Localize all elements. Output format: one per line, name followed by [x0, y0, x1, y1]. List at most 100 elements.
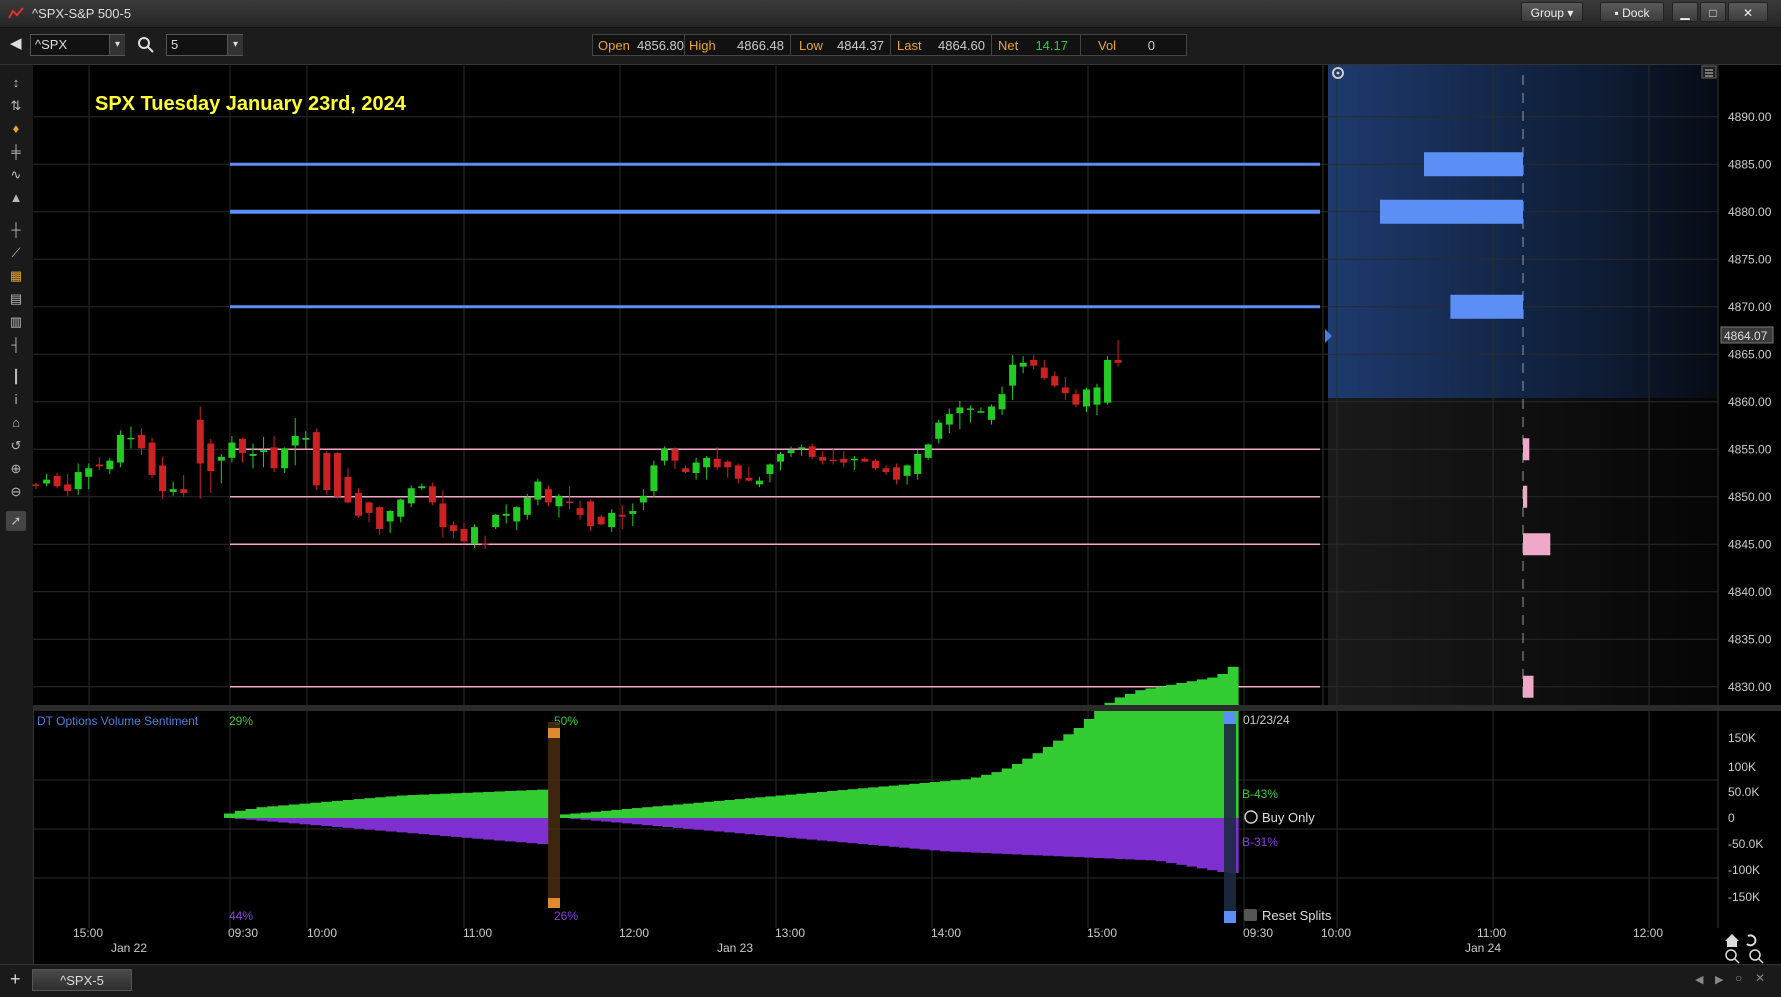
price-tick-label: 4850.00	[1728, 490, 1772, 504]
candle-body	[935, 422, 943, 439]
tab-interval: 5	[96, 973, 104, 988]
zoom-in-icon[interactable]	[1725, 949, 1740, 964]
bear-volume-bar	[652, 818, 664, 827]
split-handle-right[interactable]	[1224, 712, 1236, 923]
bull-volume-bar	[816, 791, 828, 818]
profile-bar-pink	[1523, 438, 1530, 461]
price-tick-label: 4855.00	[1728, 442, 1772, 456]
bull-volume-bar	[714, 800, 725, 818]
bear-volume-bar	[299, 818, 311, 825]
sentiment-date: 01/23/24	[1243, 713, 1290, 727]
bear-volume-bar	[693, 818, 705, 830]
split-handle-left[interactable]	[548, 722, 560, 908]
bull-volume-bar	[888, 785, 900, 818]
bull-volume-bar	[734, 799, 746, 818]
sentiment-title: DT Options Volume Sentiment	[37, 714, 199, 728]
bear-volume-bar	[494, 818, 506, 841]
add-tab-icon[interactable]: +	[10, 969, 21, 990]
sentiment-tick-label: 50.0K	[1728, 785, 1759, 799]
bear-volume-bar	[683, 818, 695, 829]
bull-volume-bar	[504, 791, 517, 818]
candle-body	[903, 465, 911, 476]
reset-splits-label: Reset Splits	[1262, 908, 1332, 923]
bull-volume-bar	[1032, 753, 1044, 818]
candle-body	[1104, 359, 1112, 403]
bear-volume-bar	[375, 818, 387, 831]
bear-volume-bar	[472, 818, 484, 839]
candle-body	[566, 501, 573, 503]
date-tick-label: Jan 24	[1465, 941, 1501, 955]
candle-body	[53, 475, 61, 487]
bull-volume-bar	[256, 807, 268, 818]
price-tick-label: 4835.00	[1728, 632, 1772, 646]
bull-volume-bar	[981, 774, 993, 818]
settings-icon	[1244, 810, 1258, 824]
price-tick-label: 4885.00	[1728, 157, 1772, 171]
bull-volume-bar	[847, 789, 859, 818]
bull-volume-bar	[332, 800, 344, 818]
bear-volume-bar	[1001, 818, 1013, 854]
candle-body	[228, 442, 236, 458]
candle-body	[671, 449, 679, 461]
bull-volume-bar	[407, 795, 419, 818]
bear-volume-bar	[1063, 818, 1075, 857]
bull-volume-bar	[342, 800, 355, 818]
bull-volume-bar	[621, 809, 633, 818]
candle-body	[1093, 387, 1101, 405]
current-price-label: 4864.07	[1720, 326, 1774, 344]
bull-volume-bar	[662, 805, 674, 818]
profile-bar-pink	[1523, 675, 1534, 698]
candle-body	[481, 543, 489, 545]
candle-body	[777, 454, 784, 462]
bear-volume-bar	[1022, 818, 1034, 855]
price-chart[interactable]: 4890.00 4885.00 4880.00 4875.00 4870.00 4865.…	[0, 0, 1781, 996]
scroll-left-icon[interactable]: ◀	[1695, 973, 1703, 986]
candle-body	[576, 508, 584, 515]
current-price-value: 4864.07	[1724, 329, 1768, 343]
bear-volume-bar	[396, 818, 409, 833]
candle-body	[703, 457, 711, 468]
bear-volume-bar	[429, 818, 441, 836]
bull-volume-bar	[267, 806, 279, 818]
reset-splits-button[interactable]: Reset Splits	[1244, 908, 1332, 923]
home-icon[interactable]	[1725, 934, 1739, 947]
zoom-out-icon[interactable]	[1749, 949, 1764, 964]
bull-volume-bar	[1053, 740, 1064, 818]
bear-volume-bar	[827, 818, 838, 842]
bull-volume-bar	[1114, 697, 1126, 818]
candle-body	[840, 458, 848, 463]
bull-pct-label: B-43%	[1242, 787, 1278, 801]
bull-volume-bar	[611, 809, 623, 818]
bull-volume-bar	[1207, 677, 1219, 818]
scroll-right-icon[interactable]: ▶	[1715, 973, 1723, 986]
bull-volume-bar	[806, 792, 818, 818]
bear-volume-bar	[857, 818, 869, 845]
bear-volume-bar	[981, 818, 993, 854]
candle-body	[207, 443, 215, 472]
candle-body	[544, 489, 552, 503]
candle-body	[106, 460, 114, 470]
time-tick-label: 09:30	[228, 926, 258, 940]
tab-spx[interactable]: ^SPX-5	[32, 969, 132, 991]
bull-volume-bar	[1083, 719, 1095, 818]
bull-volume-bar	[418, 794, 430, 818]
bull-volume-bar	[472, 792, 484, 818]
candle-body	[127, 437, 135, 440]
close-tab-icon[interactable]: ✕	[1755, 971, 1765, 985]
options-icon[interactable]: ○	[1735, 971, 1742, 985]
candle-body	[988, 406, 995, 420]
candle-body	[344, 476, 352, 503]
menu-icon[interactable]	[1701, 65, 1717, 79]
bull-volume-bar	[590, 811, 602, 818]
bear-volume-bar	[256, 818, 268, 821]
bull-volume-bar	[570, 813, 582, 818]
candle-body	[523, 497, 531, 515]
bull-volume-bar	[1063, 734, 1075, 818]
bear-volume-bar	[440, 818, 452, 836]
bear-volume-bar	[888, 818, 900, 847]
panel-separator[interactable]	[33, 705, 1781, 711]
bear-volume-bar	[621, 818, 633, 824]
undo-icon[interactable]	[1746, 934, 1757, 947]
buy-only-toggle[interactable]: Buy Only	[1244, 810, 1315, 825]
bear-volume-bar	[1155, 818, 1167, 862]
